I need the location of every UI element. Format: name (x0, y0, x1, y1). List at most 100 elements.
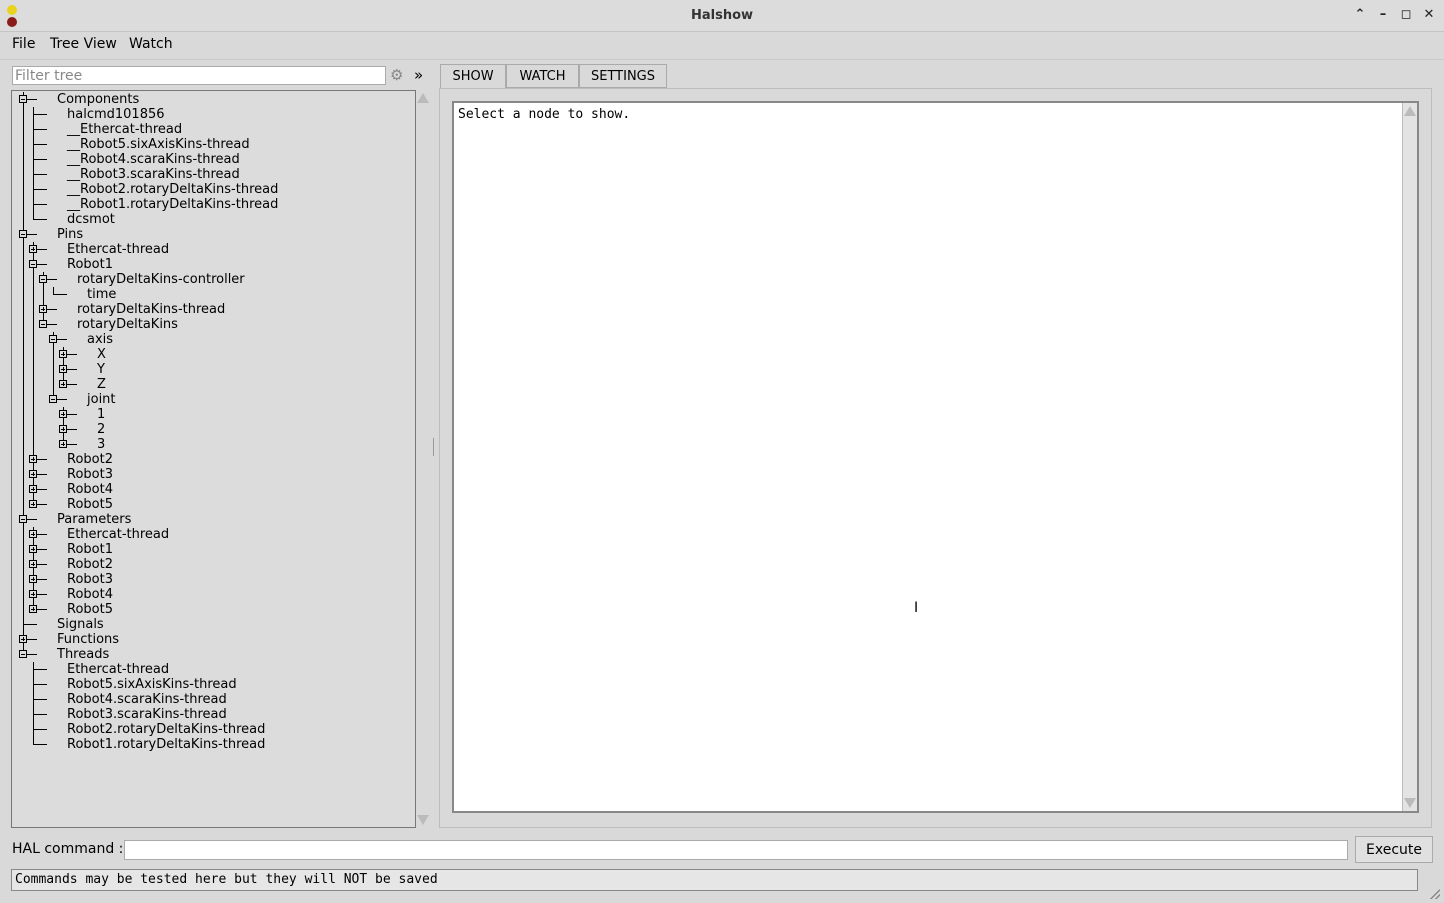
tree-node[interactable]: Robot1 (67, 542, 113, 557)
tree-node[interactable]: Robot5 (67, 602, 113, 617)
collapse-icon[interactable] (49, 335, 57, 343)
collapse-icon[interactable] (49, 395, 57, 403)
collapse-icon[interactable] (39, 320, 47, 328)
collapse-icon[interactable] (19, 515, 27, 523)
expand-icon[interactable] (29, 605, 37, 613)
tree-node[interactable]: 2 (97, 422, 105, 437)
expand-icon[interactable] (19, 635, 27, 643)
tree-node[interactable]: rotaryDeltaKins (77, 317, 178, 332)
execute-button[interactable]: Execute (1355, 836, 1433, 863)
scroll-down-icon[interactable] (1404, 798, 1416, 808)
scroll-up-icon[interactable] (1404, 106, 1416, 116)
tree-node[interactable]: Robot2.rotaryDeltaKins-thread (67, 722, 265, 737)
tree-node[interactable]: Robot3.scaraKins-thread (67, 707, 227, 722)
tree-node[interactable]: Z (97, 377, 106, 392)
show-text-area[interactable]: Select a node to show. (452, 101, 1419, 813)
tree-node[interactable]: Components (57, 92, 139, 107)
tree-node[interactable]: Robot2 (67, 452, 113, 467)
tree-node[interactable]: __Ethercat-thread (67, 122, 182, 137)
pane-sash[interactable] (433, 438, 436, 456)
tree-node[interactable]: time (87, 287, 116, 302)
expand-icon[interactable] (39, 305, 47, 313)
expand-icon[interactable] (29, 470, 37, 478)
tree-node[interactable]: joint (87, 392, 116, 407)
tree-node[interactable]: Robot1.rotaryDeltaKins-thread (67, 737, 265, 752)
tree-node[interactable]: Ethercat-thread (67, 527, 169, 542)
tree-node[interactable]: rotaryDeltaKins-controller (77, 272, 245, 287)
expand-icon[interactable] (59, 365, 67, 373)
tree-node[interactable]: Robot5 (67, 497, 113, 512)
tree-node[interactable]: axis (87, 332, 113, 347)
shade-icon[interactable]: ⌃ (1353, 7, 1367, 23)
tree-node[interactable]: __Robot4.scaraKins-thread (67, 152, 240, 167)
expand-icon[interactable] (59, 440, 67, 448)
expand-icon[interactable] (29, 530, 37, 538)
tree-node[interactable]: Y (97, 362, 105, 377)
tree-node[interactable]: Parameters (57, 512, 131, 527)
expand-icon[interactable] (59, 350, 67, 358)
scroll-up-icon[interactable] (417, 93, 429, 103)
tab-show[interactable]: SHOW (440, 64, 506, 88)
tree-node[interactable]: __Robot5.sixAxisKins-thread (67, 137, 250, 152)
expand-icon[interactable] (29, 455, 37, 463)
expand-icon[interactable] (29, 545, 37, 553)
hal-command-input[interactable] (124, 840, 1348, 860)
expand-icon[interactable] (29, 590, 37, 598)
collapse-icon[interactable] (19, 230, 27, 238)
tree-node[interactable]: halcmd101856 (67, 107, 165, 122)
resize-grip-icon[interactable] (1430, 889, 1440, 899)
expand-panel-button[interactable]: » (414, 66, 423, 84)
collapse-icon[interactable] (29, 260, 37, 268)
tree-node[interactable]: Robot3 (67, 467, 113, 482)
show-scrollbar[interactable] (1402, 103, 1417, 811)
tree-connector (33, 129, 47, 130)
collapse-icon[interactable] (19, 95, 27, 103)
expand-icon[interactable] (59, 380, 67, 388)
minimize-icon[interactable]: – (1376, 7, 1390, 23)
menu-watch[interactable]: Watch (129, 36, 173, 52)
tree-node[interactable]: Robot3 (67, 572, 113, 587)
expand-icon[interactable] (29, 245, 37, 253)
tree-node[interactable]: Ethercat-thread (67, 242, 169, 257)
tree-node[interactable]: Robot2 (67, 557, 113, 572)
menu-tree-view[interactable]: Tree View (50, 36, 117, 52)
tree-node[interactable]: __Robot3.scaraKins-thread (67, 167, 240, 182)
tree-node[interactable]: rotaryDeltaKins-thread (77, 302, 225, 317)
maximize-icon[interactable]: ◻ (1399, 7, 1413, 23)
tree-node[interactable]: __Robot2.rotaryDeltaKins-thread (67, 182, 278, 197)
expand-icon[interactable] (29, 575, 37, 583)
collapse-icon[interactable] (39, 275, 47, 283)
tree-connector (23, 512, 24, 624)
expand-icon[interactable] (59, 410, 67, 418)
tab-settings[interactable]: SETTINGS (579, 64, 667, 88)
show-text: Select a node to show. (458, 107, 631, 122)
expand-icon[interactable] (29, 485, 37, 493)
tree-node[interactable]: __Robot1.rotaryDeltaKins-thread (67, 197, 278, 212)
filter-tree-input[interactable]: Filter tree (12, 66, 386, 85)
tree-node[interactable]: Robot5.sixAxisKins-thread (67, 677, 237, 692)
menu-file[interactable]: File (12, 36, 35, 52)
tree-node[interactable]: X (97, 347, 106, 362)
tree-node[interactable]: dcsmot (67, 212, 115, 227)
tree-node[interactable]: Pins (57, 227, 83, 242)
tree-node[interactable]: Signals (57, 617, 104, 632)
expand-icon[interactable] (59, 425, 67, 433)
close-icon[interactable]: ✕ (1422, 7, 1436, 23)
tree-node[interactable]: 3 (97, 437, 105, 452)
tree-node[interactable]: Ethercat-thread (67, 662, 169, 677)
tree-scrollbar[interactable] (416, 90, 430, 828)
scroll-down-icon[interactable] (417, 815, 429, 825)
tree-node[interactable]: Robot4 (67, 587, 113, 602)
tree-view[interactable]: Components halcmd101856 __Ethercat-thread _… (11, 90, 416, 828)
tree-node[interactable]: Functions (57, 632, 119, 647)
gear-icon[interactable]: ⚙ (390, 66, 403, 84)
expand-icon[interactable] (29, 500, 37, 508)
tab-watch[interactable]: WATCH (506, 64, 579, 88)
tree-node[interactable]: Robot1 (67, 257, 113, 272)
tree-node[interactable]: 1 (97, 407, 105, 422)
tree-node[interactable]: Robot4.scaraKins-thread (67, 692, 227, 707)
expand-icon[interactable] (29, 560, 37, 568)
tree-node[interactable]: Robot4 (67, 482, 113, 497)
tree-node[interactable]: Threads (57, 647, 109, 662)
collapse-icon[interactable] (19, 650, 27, 658)
